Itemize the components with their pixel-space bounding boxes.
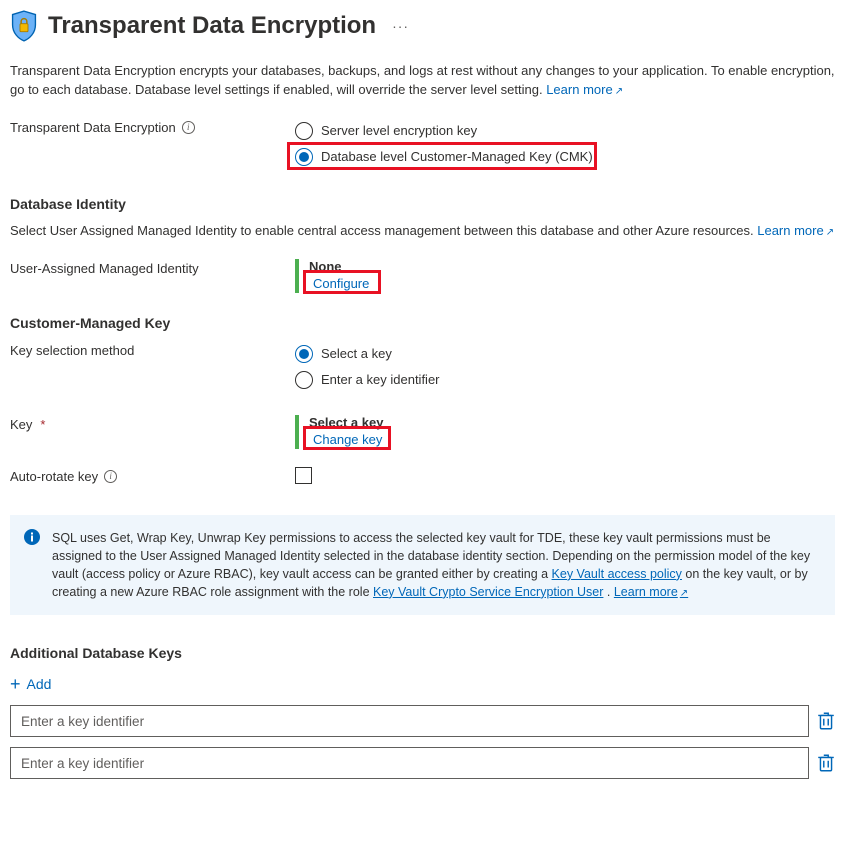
delete-icon[interactable] bbox=[817, 753, 835, 773]
kv-crypto-user-link[interactable]: Key Vault Crypto Service Encryption User bbox=[373, 585, 603, 599]
radio-enter-identifier[interactable]: Enter a key identifier bbox=[295, 371, 835, 389]
radio-server-level[interactable]: Server level encryption key bbox=[295, 122, 835, 140]
key-identifier-row bbox=[10, 747, 835, 779]
page-header: Transparent Data Encryption ··· bbox=[10, 10, 835, 42]
identity-desc: Select User Assigned Managed Identity to… bbox=[10, 222, 835, 241]
key-identifier-input[interactable] bbox=[10, 705, 809, 737]
key-method-label: Key selection method bbox=[10, 343, 134, 358]
key-label: Key bbox=[10, 417, 32, 432]
info-icon[interactable]: i bbox=[182, 121, 195, 134]
external-link-icon: ↗ bbox=[680, 588, 688, 599]
radio-icon[interactable] bbox=[295, 345, 313, 363]
radio-icon[interactable] bbox=[295, 148, 313, 166]
key-identifier-input[interactable] bbox=[10, 747, 809, 779]
tde-label: Transparent Data Encryption bbox=[10, 120, 176, 135]
intro-text: Transparent Data Encryption encrypts you… bbox=[10, 62, 835, 100]
uami-label: User-Assigned Managed Identity bbox=[10, 261, 199, 276]
external-link-icon: ↗ bbox=[615, 86, 623, 97]
key-method-row: Key selection method Select a key Enter … bbox=[10, 341, 835, 397]
kv-access-policy-link[interactable]: Key Vault access policy bbox=[552, 567, 682, 581]
key-identifier-row bbox=[10, 705, 835, 737]
uami-value: None bbox=[309, 259, 835, 274]
autorotate-label: Auto-rotate key bbox=[10, 469, 98, 484]
configure-identity-link[interactable]: Configure bbox=[313, 276, 369, 291]
add-key-button[interactable]: + Add bbox=[10, 675, 835, 693]
delete-icon[interactable] bbox=[817, 711, 835, 731]
required-indicator: * bbox=[40, 417, 45, 432]
shield-lock-icon bbox=[10, 10, 38, 42]
info-icon[interactable]: i bbox=[104, 470, 117, 483]
radio-db-cmk[interactable]: Database level Customer-Managed Key (CMK… bbox=[295, 148, 835, 166]
database-identity-heading: Database Identity bbox=[10, 196, 835, 212]
radio-select-key[interactable]: Select a key bbox=[295, 345, 835, 363]
more-actions-icon[interactable]: ··· bbox=[386, 18, 409, 34]
radio-icon[interactable] bbox=[295, 122, 313, 140]
info-circle-icon bbox=[24, 529, 40, 545]
info-note: SQL uses Get, Wrap Key, Unwrap Key permi… bbox=[10, 515, 835, 616]
additional-keys-heading: Additional Database Keys bbox=[10, 645, 835, 661]
uami-row: User-Assigned Managed Identity None Conf… bbox=[10, 259, 835, 293]
key-row: Key * Select a key Change key bbox=[10, 415, 835, 449]
plus-icon: + bbox=[10, 675, 21, 693]
identity-learn-more-link[interactable]: Learn more↗ bbox=[757, 223, 834, 238]
radio-icon[interactable] bbox=[295, 371, 313, 389]
autorotate-row: Auto-rotate key i bbox=[10, 467, 835, 487]
key-value: Select a key bbox=[309, 415, 835, 430]
change-key-link[interactable]: Change key bbox=[313, 432, 382, 447]
cmk-heading: Customer-Managed Key bbox=[10, 315, 835, 331]
page-title: Transparent Data Encryption bbox=[48, 12, 376, 40]
note-learn-more-link[interactable]: Learn more↗ bbox=[614, 585, 688, 599]
tde-option-row: Transparent Data Encryption i Server lev… bbox=[10, 118, 835, 174]
intro-learn-more-link[interactable]: Learn more↗ bbox=[546, 82, 623, 97]
external-link-icon: ↗ bbox=[826, 227, 834, 238]
autorotate-checkbox[interactable] bbox=[295, 467, 312, 484]
